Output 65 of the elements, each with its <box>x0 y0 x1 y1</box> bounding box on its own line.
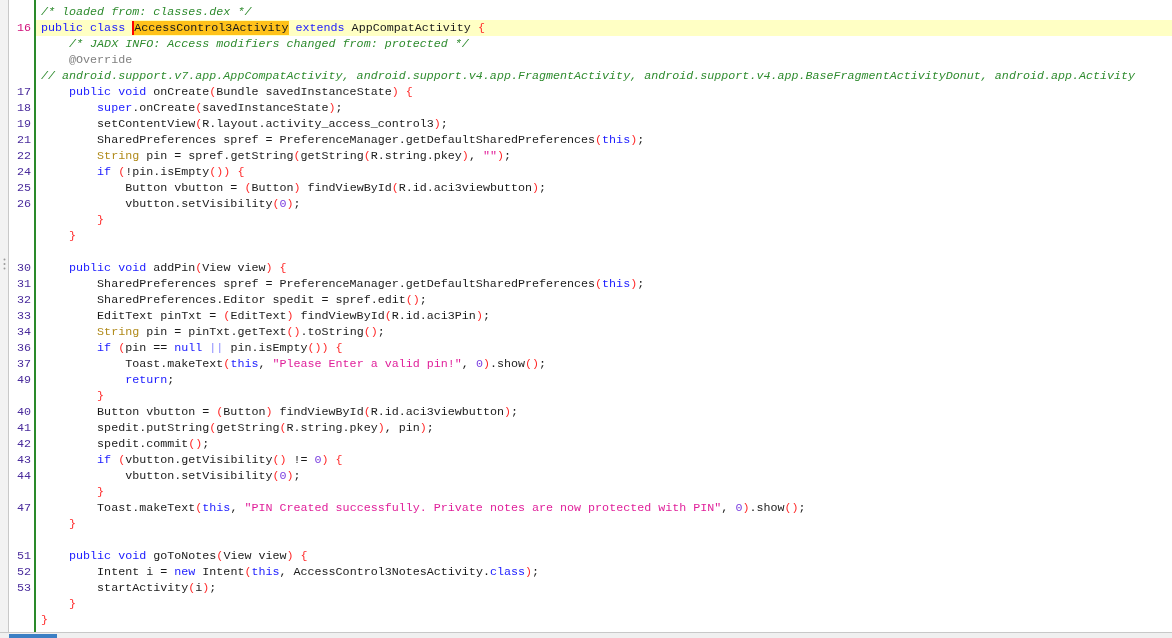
code-line: /* JADX INFO: Access modifiers changed from: protected */ <box>68 37 469 51</box>
line-number: 16 <box>16 20 31 36</box>
code-line: Button vbutton = (Button) findViewById(R.id.aci3viewbutton); <box>96 405 518 419</box>
line-number: 42 <box>16 436 31 452</box>
line-number: 24 <box>16 164 31 180</box>
line-number: 30 <box>16 260 31 276</box>
line-number: 40 <box>16 404 31 420</box>
code-line: String pin = pinTxt.getText().toString(); <box>96 325 385 339</box>
code-line: } <box>96 389 105 403</box>
code-line: } <box>96 213 105 227</box>
code-line: Toast.makeText(this, "Please Enter a valid pin!", 0).show(); <box>124 357 547 371</box>
line-number: 31 <box>16 276 31 292</box>
line-number: 21 <box>16 132 31 148</box>
line-number: 53 <box>16 580 31 596</box>
code-line: // android.support.v7.app.AppCompatActivity, android.support.v4.app.FragmentActivity, android.support.v4.app.BaseFragmentActivityDonut, android.app.Activity <box>41 69 1136 83</box>
code-line: Intent i = new Intent(this, AccessControl3NotesActivity.class); <box>96 565 540 579</box>
grip-icon[interactable] <box>3 258 6 270</box>
code-line: EditText pinTxt = (EditText) findViewById(R.id.aci3Pin); <box>96 309 490 323</box>
code-line: if (!pin.isEmpty()) { <box>96 165 245 179</box>
code-line: public void onCreate(Bundle savedInstanceState) { <box>68 85 413 99</box>
line-number: 51 <box>16 548 31 564</box>
line-number: 44 <box>16 468 31 484</box>
code-line: if (vbutton.getVisibility() != 0) { <box>96 453 343 467</box>
code-line: spedit.putString(getString(R.string.pkey), pin); <box>96 421 434 435</box>
code-line: vbutton.setVisibility(0); <box>124 197 301 211</box>
code-line: return; <box>124 373 175 387</box>
line-number: 32 <box>16 292 31 308</box>
code-line: SharedPreferences.Editor spedit = spref.edit(); <box>96 293 427 307</box>
code-line: String pin = spref.getString(getString(R.string.pkey), ""); <box>96 149 511 163</box>
line-number: 36 <box>16 340 31 356</box>
line-number: 49 <box>16 372 31 388</box>
horizontal-scrollbar[interactable] <box>0 632 1172 638</box>
line-number: 17 <box>16 84 31 100</box>
code-line: if (pin == null || pin.isEmpty()) { <box>96 341 343 355</box>
line-number: 52 <box>16 564 31 580</box>
line-number: 22 <box>16 148 31 164</box>
code-line: SharedPreferences spref = PreferenceManager.getDefaultSharedPreferences(this); <box>96 133 645 147</box>
code-line: setContentView(R.layout.activity_access_control3); <box>96 117 448 131</box>
line-number: 26 <box>16 196 31 212</box>
code-line: Toast.makeText(this, "PIN Created successfully. Private notes are now protected with PIN", 0).show(); <box>96 501 806 515</box>
code-line: spedit.commit(); <box>96 437 210 451</box>
line-number: 33 <box>16 308 31 324</box>
code-line: public void goToNotes(View view) { <box>68 549 308 563</box>
code-line: SharedPreferences spref = PreferenceManager.getDefaultSharedPreferences(this); <box>96 277 645 291</box>
code-line: @Override <box>68 53 133 67</box>
code-line: } <box>41 613 48 627</box>
line-number: 34 <box>16 324 31 340</box>
line-number: 19 <box>16 116 31 132</box>
code-line: } <box>68 517 77 531</box>
line-number: 18 <box>16 100 31 116</box>
line-number: 43 <box>16 452 31 468</box>
line-number: 47 <box>16 500 31 516</box>
line-number: 41 <box>16 420 31 436</box>
code-line: } <box>96 485 105 499</box>
line-number: 37 <box>16 356 31 372</box>
code-line: vbutton.setVisibility(0); <box>124 469 301 483</box>
code-line: super.onCreate(savedInstanceState); <box>96 101 343 115</box>
code-line: startActivity(i); <box>96 581 217 595</box>
code-line: Button vbutton = (Button) findViewById(R.id.aci3viewbutton); <box>124 181 547 195</box>
code-line: public class AccessControl3Activity extends AppCompatActivity { <box>41 21 485 35</box>
code-line: } <box>68 597 77 611</box>
line-number: 25 <box>16 180 31 196</box>
code-line: } <box>68 229 77 243</box>
code-line: /* loaded from: classes.dex */ <box>41 5 252 19</box>
code-line: public void addPin(View view) { <box>68 261 287 275</box>
